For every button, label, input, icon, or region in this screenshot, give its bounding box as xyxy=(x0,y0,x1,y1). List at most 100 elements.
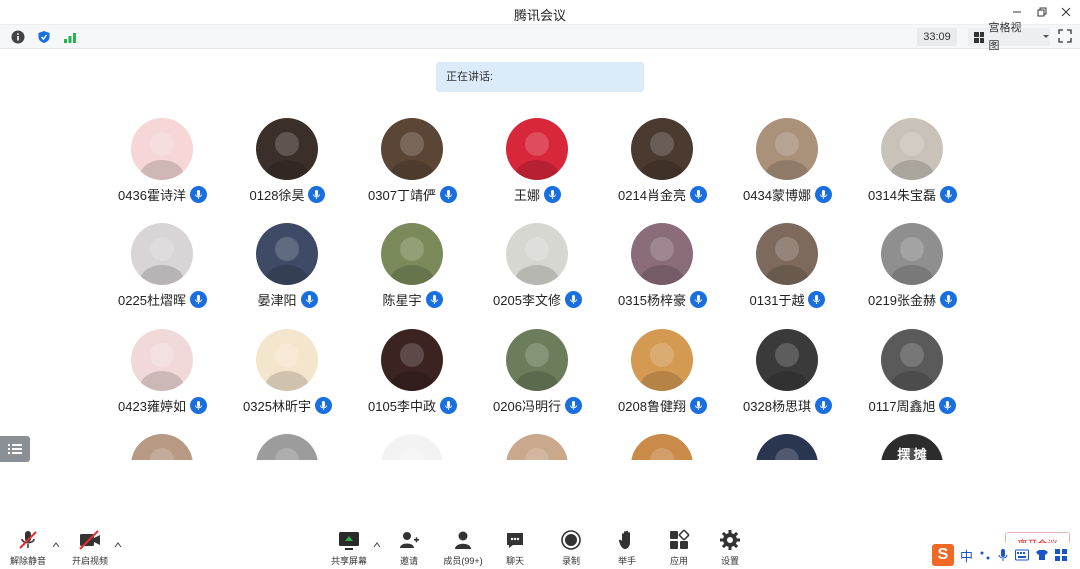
avatar xyxy=(506,223,568,285)
mic-status-icon xyxy=(300,290,318,308)
share-screen-label: 共享屏幕 xyxy=(330,556,367,566)
participant-name: 0314朱宝磊 xyxy=(868,187,936,203)
avatar xyxy=(381,329,443,391)
participant-tile[interactable]: 0205李文修 xyxy=(475,223,600,323)
list-icon xyxy=(8,444,22,454)
participant-name: 0131于越 xyxy=(749,292,805,308)
participant-name-row: 0315杨梓豪 xyxy=(600,289,725,309)
mic-status-icon xyxy=(189,396,207,414)
participant-tile[interactable]: 陈星宇 xyxy=(350,223,475,323)
mic-status-icon xyxy=(814,396,832,414)
list-toggle-button[interactable] xyxy=(0,436,30,462)
chevron-up-icon xyxy=(114,542,122,548)
share-screen-icon xyxy=(337,528,361,552)
avatar xyxy=(756,329,818,391)
hand-icon xyxy=(615,528,639,552)
record-button[interactable]: 录制 xyxy=(541,528,601,568)
participant-tile[interactable]: 0225杜熠晖 xyxy=(100,223,225,323)
chat-label: 聊天 xyxy=(505,556,524,566)
apps-icon xyxy=(667,528,691,552)
participant-tile[interactable]: 0117周鑫旭 xyxy=(850,329,975,429)
participant-tile[interactable]: 0131于越 xyxy=(725,223,850,323)
sogou-logo-icon[interactable]: S xyxy=(932,544,954,566)
participant-tile[interactable]: 0206冯明行 xyxy=(475,329,600,429)
participant-name-row: 0206冯明行 xyxy=(475,395,600,415)
share-screen-button[interactable]: 共享屏幕 xyxy=(319,528,379,568)
participant-name-row: 0423雍婷如 xyxy=(100,395,225,415)
participant-name-row: 0131于越 xyxy=(725,289,850,309)
participant-name-row: 王娜 xyxy=(475,184,600,204)
participant-tile[interactable]: 0315杨梓豪 xyxy=(600,223,725,323)
avatar xyxy=(881,223,943,285)
raise-hand-button[interactable]: 举手 xyxy=(597,528,657,568)
participant-name: 0434蒙博娜 xyxy=(743,187,811,203)
participant-tile[interactable]: 0105李中政 xyxy=(350,329,475,429)
avatar xyxy=(256,223,318,285)
participant-tile[interactable]: 0128徐昊 xyxy=(225,118,350,218)
ime-toolbar: S 中 xyxy=(930,543,1080,567)
avatar xyxy=(506,118,568,180)
participant-name: 0423雍婷如 xyxy=(118,398,186,414)
apps-label: 应用 xyxy=(669,556,688,566)
avatar xyxy=(756,118,818,180)
avatar xyxy=(881,329,943,391)
grid-bottom-mask xyxy=(0,460,1080,530)
participant-tile[interactable]: 0307丁靖俨 xyxy=(350,118,475,218)
avatar xyxy=(631,223,693,285)
punctuation-icon[interactable] xyxy=(979,549,991,561)
avatar xyxy=(131,329,193,391)
participant-tile[interactable]: 晏津阳 xyxy=(225,223,350,323)
members-button[interactable]: 成员(99+) xyxy=(433,528,493,568)
participant-name: 0208鲁健翔 xyxy=(618,398,686,414)
participant-name: 0117周鑫旭 xyxy=(868,398,936,414)
camera-off-icon xyxy=(78,528,102,552)
participant-name: 0225杜熠晖 xyxy=(118,292,186,308)
participant-tile[interactable]: 0436霍诗洋 xyxy=(100,118,225,218)
mic-status-icon xyxy=(308,185,326,203)
ime-mode[interactable]: 中 xyxy=(960,546,973,565)
mic-status-icon xyxy=(564,290,582,308)
participant-tile[interactable]: 0434蒙博娜 xyxy=(725,118,850,218)
participant-name: 陈星宇 xyxy=(382,292,422,308)
participant-name-row: 0436霍诗洋 xyxy=(100,184,225,204)
participant-tile[interactable]: 0423雍婷如 xyxy=(100,329,225,429)
participant-name: 0315杨梓豪 xyxy=(618,292,686,308)
mic-status-icon xyxy=(939,185,957,203)
skin-icon[interactable] xyxy=(1035,549,1049,561)
chat-button[interactable]: 聊天 xyxy=(485,528,545,568)
participant-name-row: 0325林昕宇 xyxy=(225,395,350,415)
participant-tile[interactable]: 0208鲁健翔 xyxy=(600,329,725,429)
keyboard-icon[interactable] xyxy=(1015,549,1030,561)
participant-name-row: 0205李文修 xyxy=(475,289,600,309)
toolbox-icon[interactable] xyxy=(1055,549,1068,561)
voice-input-icon[interactable] xyxy=(997,548,1009,562)
participant-name-row: 晏津阳 xyxy=(225,289,350,309)
participant-tile[interactable]: 0314朱宝磊 xyxy=(850,118,975,218)
raise-hand-label: 举手 xyxy=(617,556,636,566)
participant-tile[interactable]: 王娜 xyxy=(475,118,600,218)
participant-tile[interactable]: 0325林昕宇 xyxy=(225,329,350,429)
participant-tile[interactable]: 0214肖金亮 xyxy=(600,118,725,218)
participant-name: 0214肖金亮 xyxy=(618,187,686,203)
start-video-button[interactable]: 开启视频 xyxy=(60,528,120,568)
control-bar: 解除静音 开启视频 共享屏幕 邀请 成员(99+) 聊天 录制 举手 应用 设置 xyxy=(0,522,1080,569)
participant-name: 0436霍诗洋 xyxy=(118,187,186,203)
chat-icon xyxy=(503,528,527,552)
participant-tile[interactable]: 0328杨思琪 xyxy=(725,329,850,429)
avatar xyxy=(256,329,318,391)
invite-label: 邀请 xyxy=(399,556,418,566)
mic-status-icon xyxy=(564,396,582,414)
participant-tile[interactable]: 0219张金赫 xyxy=(850,223,975,323)
settings-button[interactable]: 设置 xyxy=(700,528,760,568)
participant-name-row: 0328杨思琪 xyxy=(725,395,850,415)
start-video-label: 开启视频 xyxy=(71,556,108,566)
invite-button[interactable]: 邀请 xyxy=(379,528,439,568)
members-icon xyxy=(451,528,475,552)
mic-status-icon xyxy=(425,290,443,308)
avatar xyxy=(881,118,943,180)
mic-status-icon xyxy=(939,396,957,414)
avatar xyxy=(131,223,193,285)
video-options-caret[interactable] xyxy=(114,540,124,548)
unmute-button[interactable]: 解除静音 xyxy=(0,528,58,568)
avatar xyxy=(131,118,193,180)
